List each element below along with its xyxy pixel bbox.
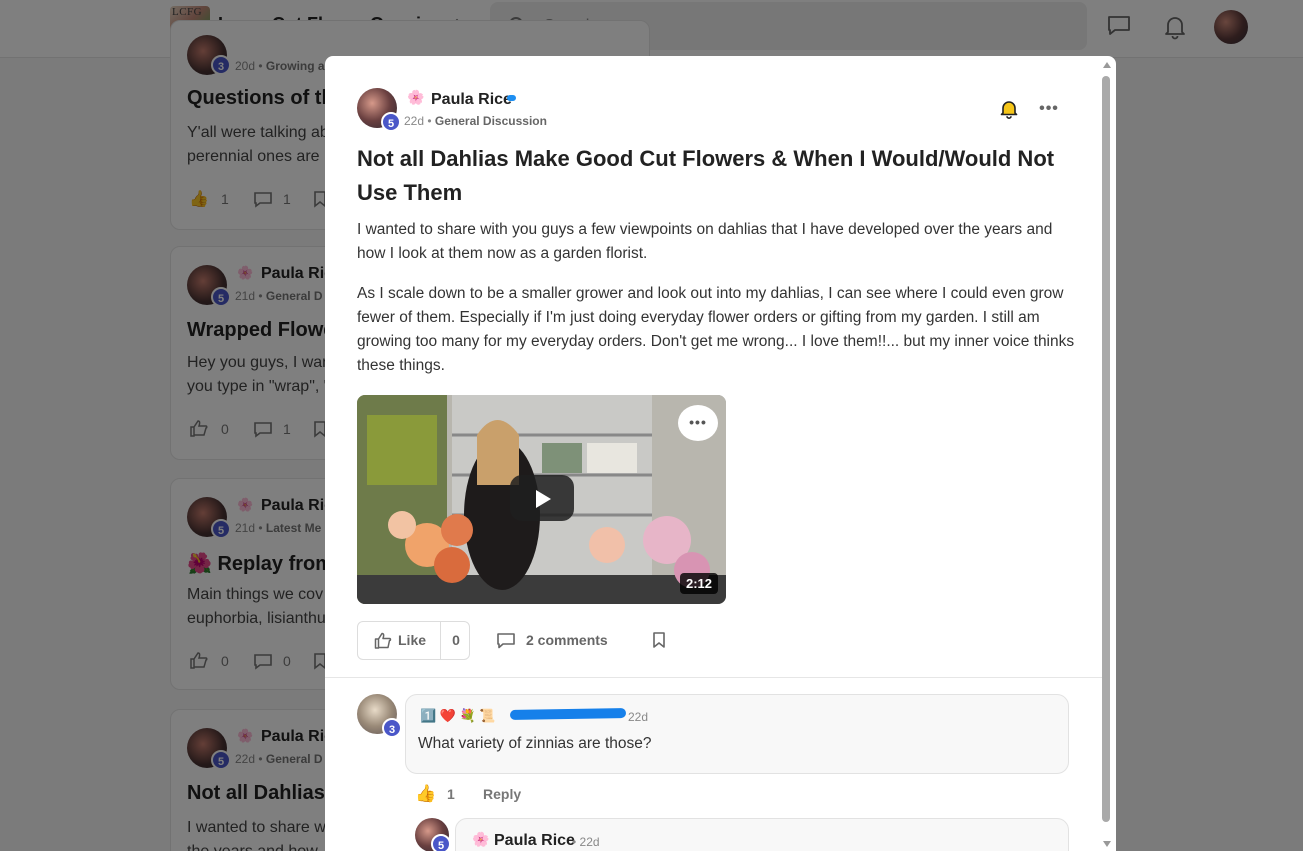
redacted-commenter-name[interactable] [509,707,627,721]
play-button[interactable] [510,475,574,521]
post-body-paragraph: I wanted to share with you guys a few vi… [357,221,1053,262]
flower-icon: 🌸 [407,89,425,105]
post-title: Not all Dahlias Make Good Cut Flowers & … [357,146,1055,205]
scroll-down-arrow[interactable] [1103,841,1111,847]
comments-button[interactable]: 2 comments [496,630,608,652]
divider [325,677,1102,678]
like-count[interactable]: 0 [442,632,470,648]
commenter-badges: 1️⃣ ❤️ 💐 📜 [420,708,496,723]
verified-icon [507,95,516,101]
comment-like-count: 1 [447,786,455,802]
like-label: Like [398,632,427,648]
video-embed[interactable]: ••• 2:12 [357,395,726,604]
comment-icon [497,633,515,649]
post-body-paragraph: As I scale down to be a smaller grower a… [357,285,1075,374]
modal-scrollbar[interactable] [1102,60,1112,851]
scroll-thumb[interactable] [1102,76,1110,822]
reply-bubble: 🌸 Paula Rice • 22d [455,818,1069,851]
reply-time: • 22d [572,835,600,849]
post-meta: 22d • General Discussion [404,114,547,128]
bookmark-icon[interactable] [652,631,666,649]
follow-bell-icon[interactable] [999,99,1019,119]
comment-bubble: 1️⃣ ❤️ 💐 📜 22d What variety of zinnias a… [405,694,1069,774]
post-detail-modal: 5 🌸 Paula Rice 22d • General Discussion … [325,56,1116,851]
author-name[interactable]: Paula Rice [431,91,512,109]
reply-author-name[interactable]: Paula Rice [494,832,575,850]
level-badge: 5 [431,834,451,851]
post-time: 22d [404,114,425,128]
comment-text: What variety of zinnias are those? [418,735,652,752]
more-options-icon[interactable]: ••• [1037,100,1061,120]
level-badge: 3 [382,718,402,738]
video-duration: 2:12 [679,573,718,594]
comment-time: 22d [628,710,649,724]
flower-icon: 🌸 [472,831,490,847]
like-button[interactable]: Like [358,622,441,659]
like-group: Like 0 [357,621,470,660]
post-category[interactable]: General Discussion [435,114,547,128]
like-thumb-icon[interactable]: 👍 [415,784,436,804]
comments-count-label: 2 comments [526,632,608,648]
scroll-up-arrow[interactable] [1103,62,1111,68]
video-more-options-icon[interactable]: ••• [678,405,718,441]
reply-button[interactable]: Reply [483,786,521,802]
comment-actions: 👍 1 Reply [415,784,615,804]
like-thumb-icon [374,632,392,649]
level-badge: 5 [381,112,401,132]
